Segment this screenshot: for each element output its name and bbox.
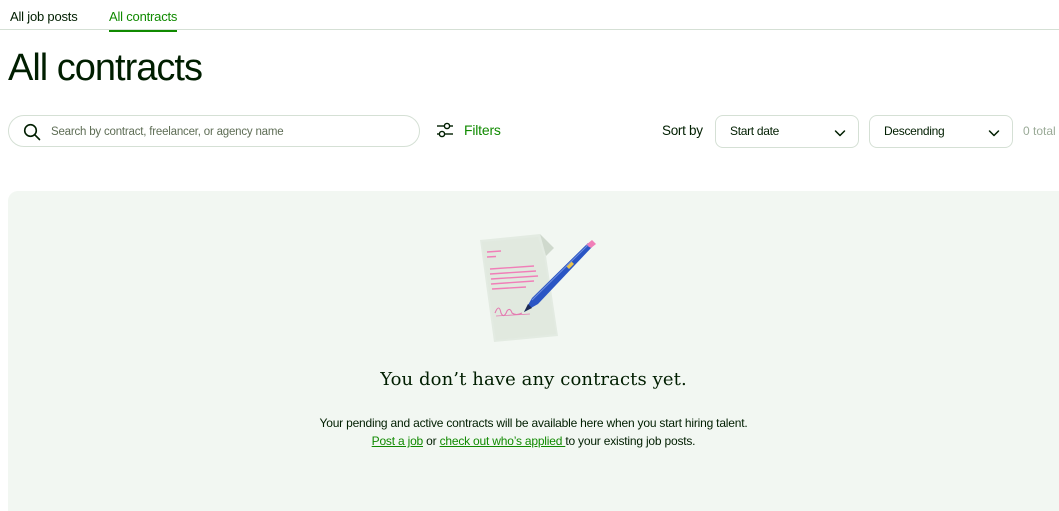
empty-state-line-2: Post a job or check out who’s applied to… xyxy=(8,432,1059,450)
search-box[interactable] xyxy=(8,115,420,148)
filters-button[interactable]: Filters xyxy=(436,121,501,139)
empty-state-panel: You don’t have any contracts yet. Your p… xyxy=(8,191,1059,511)
post-a-job-link[interactable]: Post a job xyxy=(372,434,424,448)
empty-state-line-1: Your pending and active contracts will b… xyxy=(319,416,748,430)
chevron-down-icon xyxy=(834,130,846,137)
check-applicants-link[interactable]: check out who’s applied xyxy=(440,434,566,448)
tab-all-contracts[interactable]: All contracts xyxy=(109,9,177,32)
sort-order-value: Descending xyxy=(884,124,945,138)
page-title: All contracts xyxy=(8,47,203,89)
empty-state-heading: You don’t have any contracts yet. xyxy=(380,369,687,390)
sliders-icon xyxy=(437,122,453,138)
signed-contract-icon xyxy=(480,234,596,342)
existing-posts-text: to your existing job posts. xyxy=(565,434,696,448)
chevron-down-icon xyxy=(988,130,1000,137)
sort-order-select[interactable]: Descending xyxy=(869,115,1013,148)
contracts-page: All job posts All contracts All contract… xyxy=(0,0,1059,511)
tab-bar: All job posts All contracts xyxy=(0,0,1059,32)
sort-field-select[interactable]: Start date xyxy=(715,115,859,148)
sort-field-value: Start date xyxy=(730,124,780,138)
filters-label: Filters xyxy=(464,122,501,138)
search-icon xyxy=(23,123,41,141)
tab-all-job-posts[interactable]: All job posts xyxy=(10,9,78,30)
sort-by-label: Sort by xyxy=(662,123,703,138)
total-count: 0 total xyxy=(1023,124,1056,138)
empty-state-message: Your pending and active contracts will b… xyxy=(8,414,1059,450)
or-text: or xyxy=(423,434,440,448)
search-input[interactable] xyxy=(49,116,413,148)
